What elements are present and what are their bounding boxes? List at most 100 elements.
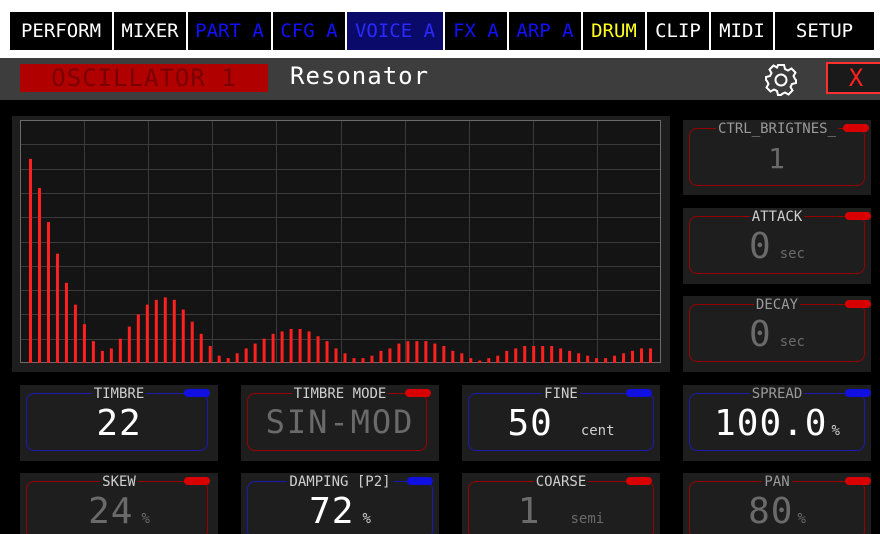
skew-unit: % [141, 511, 150, 527]
spectrum-bar [424, 341, 428, 363]
spread-label: SPREAD [749, 386, 805, 402]
spectrum-bar [118, 338, 122, 363]
damping-value: 72 [309, 491, 355, 532]
attack-tile[interactable]: ATTACK 0 sec [683, 208, 871, 284]
spectrum-bar [190, 321, 194, 363]
gear-icon[interactable] [764, 63, 798, 97]
spectrum-bar [244, 348, 248, 363]
spectrum-bar [343, 353, 347, 363]
editor-header: OSCILLATOR 1 Resonator X [0, 58, 880, 100]
spectrum-bar [307, 331, 311, 363]
spectrum-bar [361, 358, 365, 363]
spectrum-bar [271, 333, 275, 363]
spread-tile[interactable]: SPREAD 100.0% [683, 385, 871, 461]
timbre-mode-value: SIN-MOD [265, 403, 415, 441]
timbre-tile[interactable]: TIMBRE 22 [20, 385, 218, 461]
spectrum-bar [100, 350, 104, 363]
fine-value: 50 [507, 403, 553, 444]
spectrum-bar [37, 188, 41, 363]
pan-indicator [845, 477, 871, 485]
spectrum-bar [73, 304, 77, 363]
tab-perform[interactable]: PERFORM [10, 12, 114, 50]
spectrum-bar [109, 348, 113, 363]
spectrum-bar [64, 282, 68, 363]
spectrum-bar [523, 345, 527, 363]
tab-midi[interactable]: MIDI [711, 12, 775, 50]
tab-cfg-a[interactable]: CFG A [273, 12, 347, 50]
oscillator-label[interactable]: OSCILLATOR 1 [20, 64, 268, 92]
timbre-mode-tile[interactable]: TIMBRE MODE SIN-MOD [241, 385, 439, 461]
spectrum-bar [82, 324, 86, 363]
spectrum-background [20, 120, 661, 363]
decay-tile[interactable]: DECAY 0 sec [683, 296, 871, 372]
pan-tile[interactable]: PAN 80% [683, 473, 871, 534]
tab-fx-a[interactable]: FX A [445, 12, 509, 50]
fine-tile[interactable]: FINE 50 cent [462, 385, 660, 461]
spectrum-bar [406, 341, 410, 363]
decay-label: DECAY [753, 297, 801, 313]
damping-unit: % [362, 511, 371, 527]
coarse-value: 1 [517, 491, 541, 532]
spectrum-bar [127, 326, 131, 363]
damping-label: DAMPING [P2] [287, 474, 393, 490]
spectrum-bar [595, 358, 599, 363]
spectrum-bar [91, 341, 95, 363]
spectrum-bar [577, 353, 581, 363]
skew-value: 24 [88, 491, 134, 532]
spectrum-bar [370, 355, 374, 363]
attack-label: ATTACK [749, 209, 805, 225]
spectrum-bar [289, 328, 293, 363]
tab-setup[interactable]: SETUP [775, 12, 874, 50]
damping-indicator [407, 477, 433, 485]
tab-arp-a[interactable]: ARP A [509, 12, 583, 50]
ctrl-brightness-tile[interactable]: CTRL_BRIGTNES_ 1 [683, 120, 871, 195]
tab-voice-a[interactable]: VOICE A [347, 12, 445, 50]
spectrum-bar [586, 355, 590, 363]
spectrum-bar [316, 336, 320, 363]
spread-unit: % [831, 423, 840, 439]
spectrum-bar [604, 358, 608, 363]
spectrum-bar [622, 353, 626, 363]
fine-indicator [626, 389, 652, 397]
spectrum-bar [460, 353, 464, 363]
spectrum-bar [298, 328, 302, 363]
attack-value: 0 [749, 226, 772, 267]
ctrl-brightness-indicator [843, 124, 869, 132]
spectrum-bar [235, 353, 239, 363]
tab-clip[interactable]: CLIP [647, 12, 711, 50]
spectrum-bar [478, 360, 482, 363]
spectrum-bar [325, 341, 329, 363]
spectrum-bar [415, 341, 419, 363]
timbre-mode-label: TIMBRE MODE [291, 386, 389, 402]
spectrum-bar [631, 350, 635, 363]
spectrum-bar [640, 348, 644, 363]
attack-indicator [845, 212, 871, 220]
spread-value: 100.0 [714, 403, 828, 444]
spectrum-bar [541, 345, 545, 363]
pan-unit: % [797, 511, 806, 527]
spectrum-bar [280, 331, 284, 363]
spectrum-bar [262, 338, 266, 363]
spectrum-bar [46, 222, 50, 363]
decay-indicator [845, 300, 871, 308]
spectrum-bar [379, 350, 383, 363]
damping-tile[interactable]: DAMPING [P2] 72% [241, 473, 439, 534]
coarse-tile[interactable]: COARSE 1 semi [462, 473, 660, 534]
spectrum-bar [334, 348, 338, 363]
spectrum-bar [559, 348, 563, 363]
spectrum-bar [649, 348, 653, 363]
skew-label: SKEW [100, 474, 138, 490]
fine-label: FINE [542, 386, 580, 402]
tab-drum[interactable]: DRUM [583, 12, 647, 50]
tab-part-a[interactable]: PART A [188, 12, 273, 50]
coarse-indicator [626, 477, 652, 485]
pan-value: 80 [748, 491, 794, 532]
close-button[interactable]: X [826, 62, 880, 94]
tab-mixer[interactable]: MIXER [114, 12, 188, 50]
coarse-unit: semi [570, 511, 605, 527]
attack-unit: sec [779, 246, 805, 262]
tab-strip: PERFORM MIXER PART A CFG A VOICE A FX A … [10, 12, 874, 50]
spectrum-bar [451, 350, 455, 363]
skew-tile[interactable]: SKEW 24% [20, 473, 218, 534]
tab-bar: PERFORM MIXER PART A CFG A VOICE A FX A … [0, 0, 880, 58]
